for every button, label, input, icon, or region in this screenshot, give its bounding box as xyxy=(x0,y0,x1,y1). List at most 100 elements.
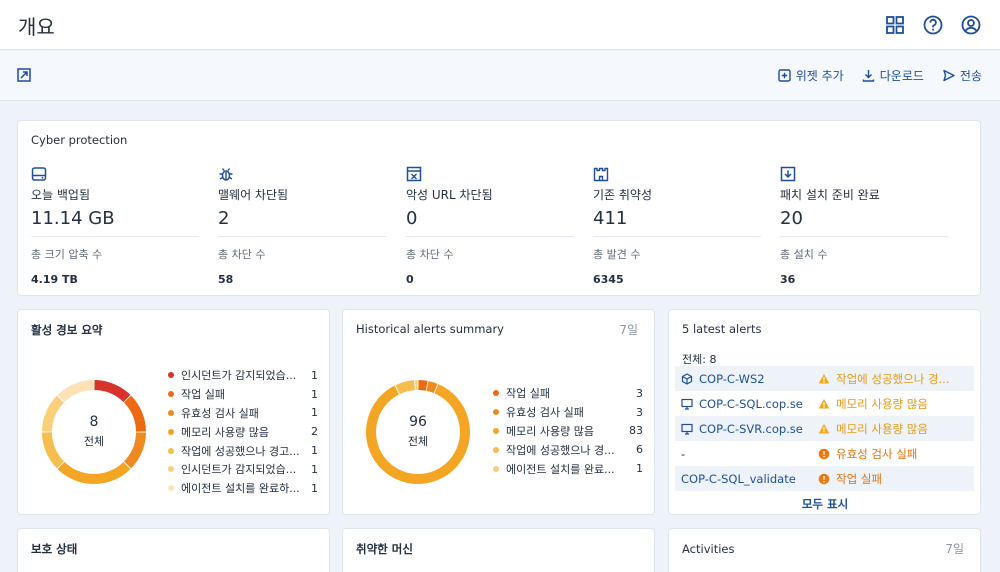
legend-item[interactable]: 작업 실패 1 xyxy=(168,385,318,404)
add-widget-button[interactable]: 위젯 추가 xyxy=(778,67,844,84)
error-icon xyxy=(818,473,830,484)
legend-count: 3 xyxy=(636,386,643,400)
download-label: 다운로드 xyxy=(879,69,924,83)
legend-count: 1 xyxy=(311,481,318,495)
stat-malware: 맬웨어 차단됨 2 총 차단 수 58 xyxy=(218,166,388,286)
alert-message-text: 메모리 사용량 많음 xyxy=(836,396,928,411)
legend-label: 에이전트 설치를 완료하... xyxy=(181,482,300,496)
alert-row[interactable]: COP-C-WS2 작업에 성공했으나 경... xyxy=(675,366,974,391)
legend-item[interactable]: 작업 실패 3 xyxy=(493,384,643,403)
alert-machine[interactable]: COP-C-SQL_validate xyxy=(675,472,818,486)
divider xyxy=(780,236,948,237)
stat-value: 411 xyxy=(593,208,628,229)
historical-period[interactable]: 7일 xyxy=(619,321,638,338)
stat-sub-value: 58 xyxy=(218,273,234,286)
legend-label: 메모리 사용량 많음 xyxy=(506,424,594,438)
active-alerts-total-label: 전체 xyxy=(83,435,105,448)
legend-label: 유효성 검사 실패 xyxy=(506,406,584,420)
donut-segment[interactable] xyxy=(57,461,131,484)
donut-segment[interactable] xyxy=(94,380,131,403)
legend-item[interactable]: 유효성 검사 실패 3 xyxy=(493,403,643,422)
legend-count: 3 xyxy=(636,405,643,419)
alert-message-text: 유효성 검사 실패 xyxy=(836,446,918,461)
backup-drive-icon xyxy=(31,167,47,181)
alert-row[interactable]: COP-C-SQL.cop.se 메모리 사용량 많음 xyxy=(675,391,974,416)
monitor-icon xyxy=(681,423,693,435)
toolbar: 위젯 추가 다운로드 전송 xyxy=(0,51,1000,101)
historical-alerts-center: 96 전체 xyxy=(363,414,473,449)
legend-label: 에이전트 설치를 완료... xyxy=(506,462,615,476)
activities-card: Activities 7일 360 xyxy=(668,528,981,572)
blocked-url-icon xyxy=(406,166,422,182)
download-button[interactable]: 다운로드 xyxy=(862,67,924,84)
donut-segment[interactable] xyxy=(426,381,438,394)
alert-row[interactable]: - 유효성 검사 실패 xyxy=(675,441,974,466)
alert-machine[interactable]: COP-C-WS2 xyxy=(675,372,818,386)
legend-label: 메모리 사용량 많음 xyxy=(181,425,269,439)
stat-value: 20 xyxy=(780,208,803,229)
stat-url: 악성 URL 차단됨 0 총 차단 수 0 xyxy=(406,166,576,286)
legend-dot xyxy=(168,409,174,416)
legend-count: 2 xyxy=(311,425,318,439)
divider xyxy=(593,236,761,237)
legend-item[interactable]: 작업에 성공했으나 경... 6 xyxy=(493,440,643,459)
historical-alerts-total-label: 전체 xyxy=(407,435,429,448)
castle-icon xyxy=(593,167,609,182)
legend-label: 작업에 성공했으나 경... xyxy=(506,443,615,457)
send-button[interactable]: 전송 xyxy=(942,67,982,84)
help-icon[interactable] xyxy=(922,14,944,36)
show-all-button[interactable]: 모두 표시 xyxy=(669,496,981,512)
legend-item[interactable]: 메모리 사용량 많음 2 xyxy=(168,422,318,441)
alert-message-text: 작업에 성공했으나 경... xyxy=(836,371,950,386)
legend-item[interactable]: 에이전트 설치를 완료하... 1 xyxy=(168,479,318,498)
stat-sub-label: 총 차단 수 xyxy=(406,248,454,261)
alert-machine: - xyxy=(675,447,818,461)
donut-segment[interactable] xyxy=(418,380,428,391)
alert-machine[interactable]: COP-C-SQL.cop.se xyxy=(675,397,818,411)
active-alerts-center: 8 전체 xyxy=(39,414,149,449)
legend-count: 1 xyxy=(311,462,318,476)
protection-status-card: 보호 상태 xyxy=(17,528,330,572)
stat-label: 기존 취약성 xyxy=(593,188,653,202)
legend-item[interactable]: 작업에 성공했으나 경고... 1 xyxy=(168,441,318,460)
bug-icon xyxy=(219,168,233,181)
expand-icon[interactable] xyxy=(17,68,31,82)
alert-row[interactable]: COP-C-SQL_validate 작업 실패 xyxy=(675,466,974,491)
activities-period[interactable]: 7일 xyxy=(945,540,964,557)
legend-item[interactable]: 메모리 사용량 많음 83 xyxy=(493,422,643,441)
legend-item[interactable]: 인시던트가 감지되었습... 1 xyxy=(168,366,318,385)
protection-status-title: 보호 상태 xyxy=(31,542,78,556)
user-icon[interactable] xyxy=(960,14,982,36)
legend-label: 작업에 성공했으나 경고... xyxy=(181,444,300,458)
legend-label: 인시던트가 감지되었습... xyxy=(181,369,297,383)
plus-square-icon xyxy=(778,69,791,82)
download-icon xyxy=(862,70,874,82)
stat-patches: 패치 설치 준비 완료 20 총 설치 수 36 xyxy=(780,166,950,286)
cube-icon xyxy=(681,372,693,385)
donut-segment[interactable] xyxy=(57,380,94,403)
legend-dot xyxy=(493,409,499,416)
legend-item[interactable]: 인시던트가 감지되었습... 1 xyxy=(168,460,318,479)
cyber-protection-card: Cyber protection 오늘 백업됨 11.14 GB 총 크기 압축… xyxy=(17,120,981,296)
stat-vulnerabilities: 기존 취약성 411 총 발견 수 6345 xyxy=(593,166,763,286)
donut-segment[interactable] xyxy=(395,380,416,395)
legend-count: 1 xyxy=(311,444,318,458)
alert-message-text: 작업 실패 xyxy=(836,471,882,486)
latest-alerts-card: 5 latest alerts 전체: 8 COP-C-WS2 작업에 성공했으… xyxy=(668,309,981,515)
latest-alerts-title: 5 latest alerts xyxy=(682,322,762,336)
legend-item[interactable]: 유효성 검사 실패 1 xyxy=(168,404,318,423)
stat-value: 2 xyxy=(218,208,230,229)
alert-machine-name: COP-C-SVR.cop.se xyxy=(699,421,803,436)
grid-icon[interactable] xyxy=(884,14,906,36)
vulnerable-machines-title: 취약한 머신 xyxy=(356,542,413,556)
stat-sub-value: 6345 xyxy=(593,273,624,286)
divider xyxy=(218,236,386,237)
legend-count: 6 xyxy=(636,443,643,457)
alert-row[interactable]: COP-C-SVR.cop.se 메모리 사용량 많음 xyxy=(675,416,974,441)
alert-machine[interactable]: COP-C-SVR.cop.se xyxy=(675,422,818,436)
legend-label: 유효성 검사 실패 xyxy=(181,406,259,420)
legend-item[interactable]: 에이전트 설치를 완료... 1 xyxy=(493,459,643,478)
alert-message: 작업 실패 xyxy=(818,471,968,487)
historical-alerts-total: 96 xyxy=(409,414,427,430)
stat-sub-label: 총 크기 압축 수 xyxy=(31,248,103,261)
